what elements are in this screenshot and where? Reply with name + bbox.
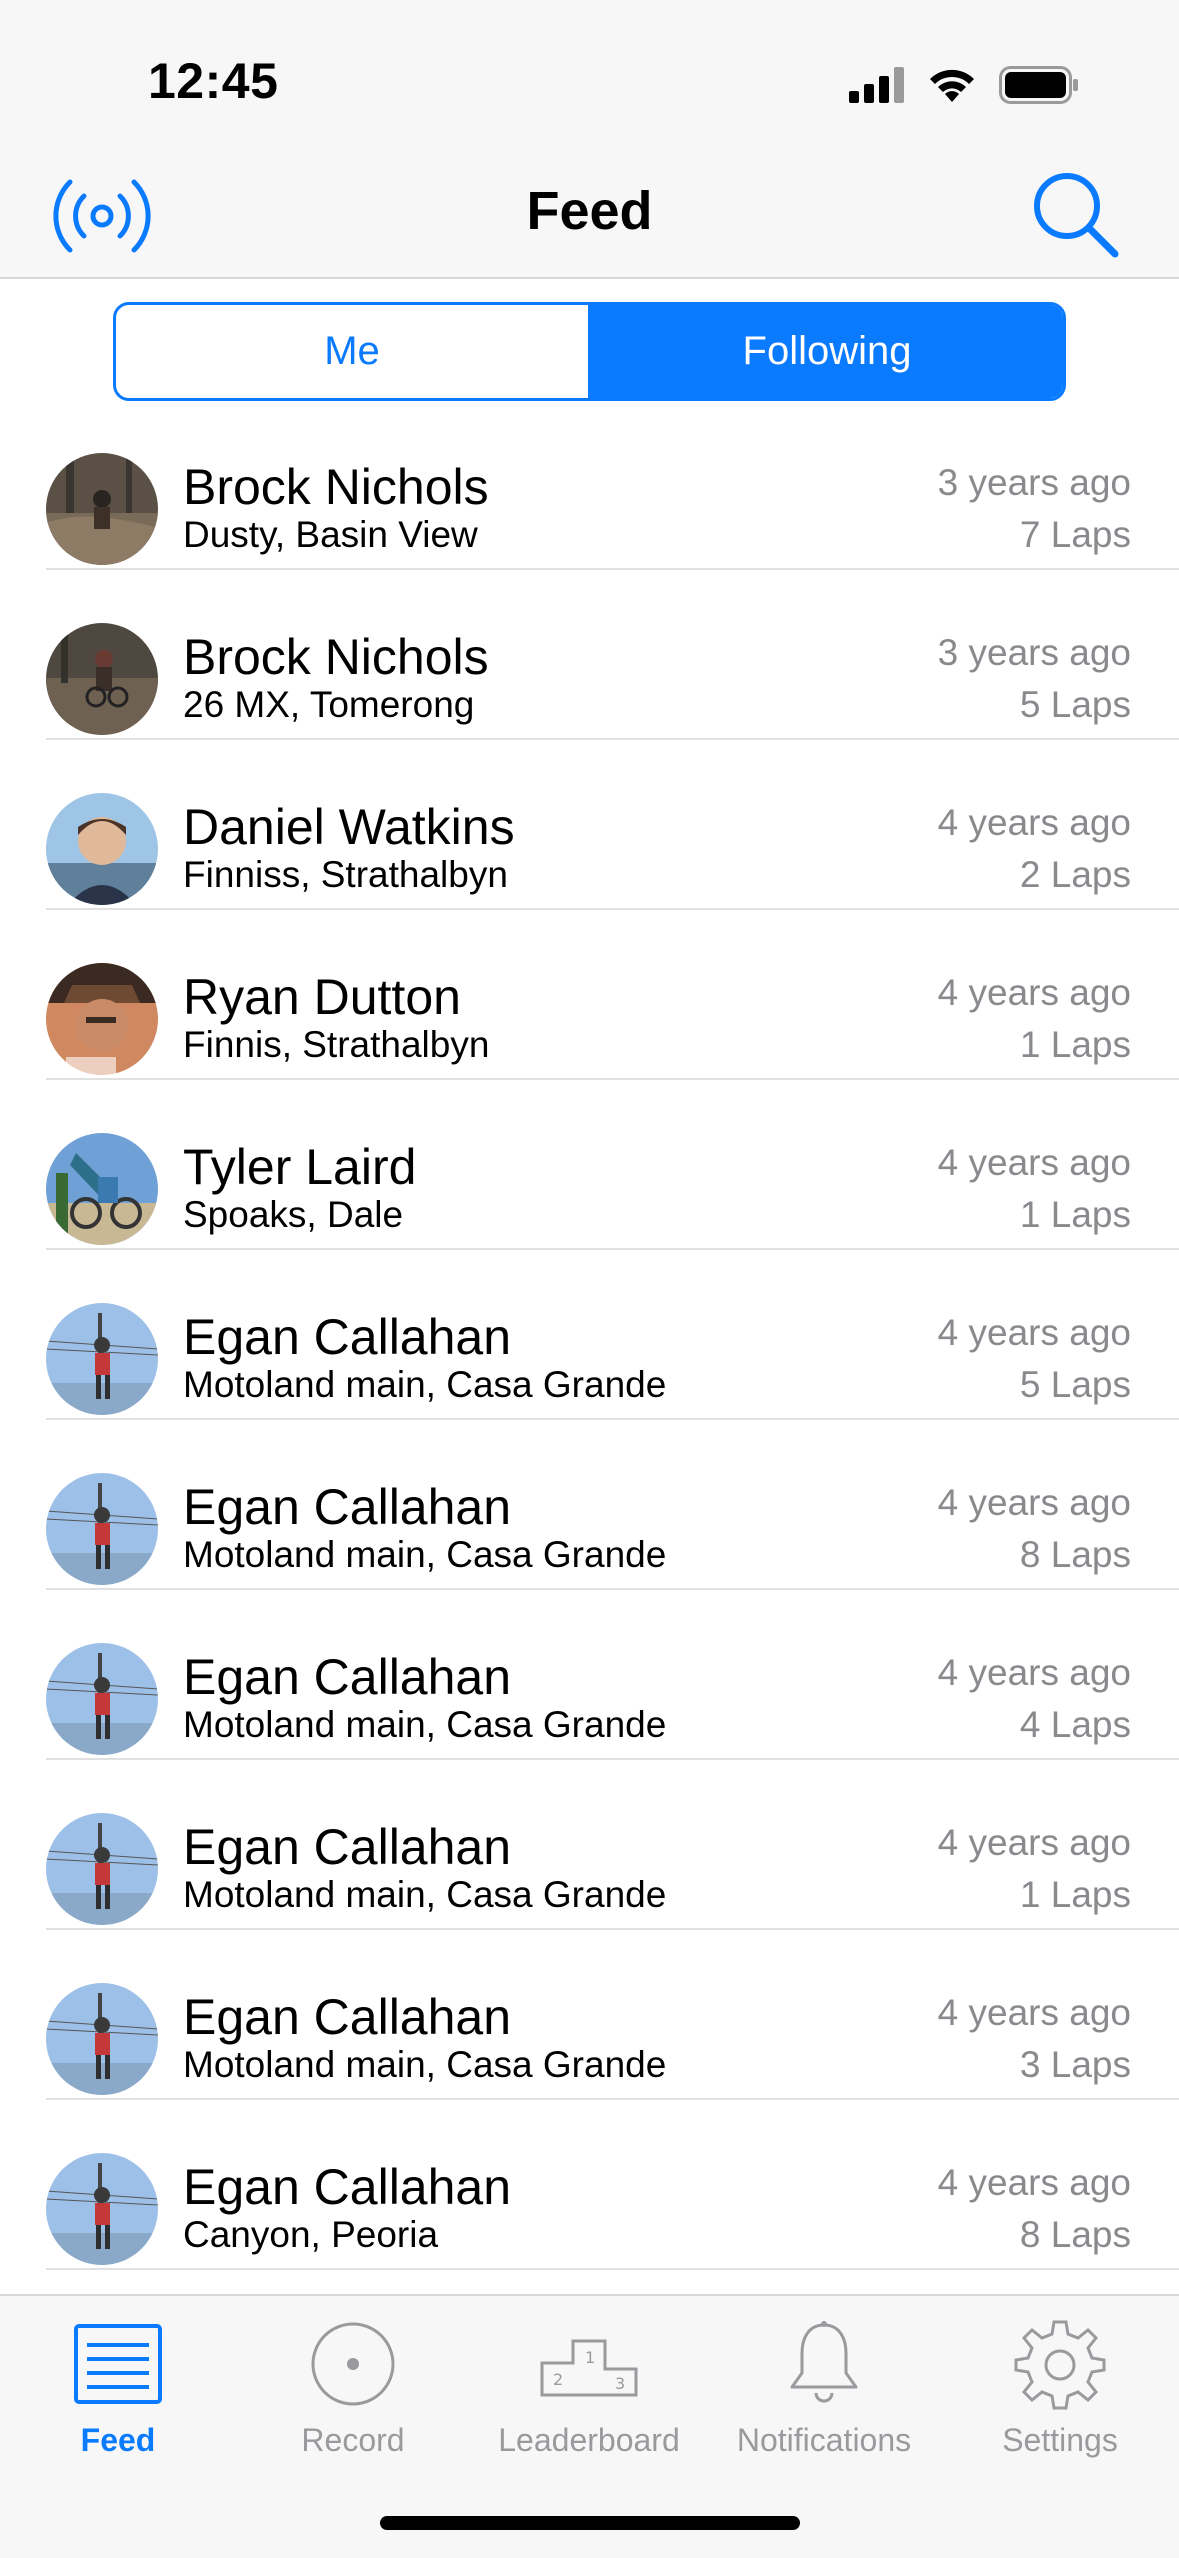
tab-notifications[interactable]: Notifications [706,2314,942,2458]
time-ago: 4 years ago [937,802,1131,843]
time-ago: 3 years ago [937,632,1131,673]
time-ago: 4 years ago [937,2162,1131,2203]
lap-count: 8 Laps [1019,2214,1131,2255]
track-location: Finnis, Strathalbyn [183,1024,490,1065]
time-ago: 4 years ago [937,1992,1131,2033]
avatar [46,1643,158,1755]
feed-row[interactable]: Egan Callahan Canyon, Peoria 4 years ago 8 … [0,2100,1179,2270]
lap-count: 5 Laps [1019,1364,1131,1405]
avatar [46,623,158,735]
track-location: Motoland main, Casa Grande [183,1704,667,1745]
lap-count: 1 Laps [1019,1194,1131,1235]
time-ago: 4 years ago [937,1652,1131,1693]
feed-row[interactable]: Brock Nichols Dusty, Basin View 3 years ag… [0,400,1179,570]
rider-name: Egan Callahan [183,1819,512,1875]
wifi-icon [927,66,977,109]
lap-count: 1 Laps [1019,1024,1131,1065]
tab-label-leaderboard: Leaderboard [498,2422,680,2458]
segment-me[interactable]: Me [116,305,591,398]
track-location: Spoaks, Dale [183,1194,404,1235]
rider-name: Egan Callahan [183,1479,512,1535]
feed-segmented-control: Me Following [113,302,1066,401]
feed-list: Brock Nichols Dusty, Basin View 3 years ag… [0,400,1179,2270]
record-icon [311,2322,395,2406]
avatar [46,793,158,905]
avatar [46,1133,158,1245]
tab-label-record: Record [301,2422,405,2458]
svg-text:1: 1 [585,2348,595,2367]
rider-name: Brock Nichols [183,629,489,685]
list-icon [74,2324,162,2404]
time-ago: 4 years ago [937,1822,1131,1863]
avatar [46,1473,158,1585]
feed-row[interactable]: Egan Callahan Motoland main, Casa Grande 4… [0,1930,1179,2100]
battery-icon [999,66,1079,109]
status-bar: 12:45 [0,0,1179,150]
lap-count: 5 Laps [1019,684,1131,725]
tab-label-settings: Settings [1002,2422,1118,2458]
tab-leaderboard[interactable]: 1 2 3 Leaderboard [471,2314,707,2458]
time-ago: 4 years ago [937,1312,1131,1353]
avatar [46,1303,158,1415]
track-location: Motoland main, Casa Grande [183,1364,667,1405]
lap-count: 7 Laps [1019,514,1131,555]
lap-count: 8 Laps [1019,1534,1131,1575]
feed-row[interactable]: Egan Callahan Motoland main, Casa Grande 4… [0,1590,1179,1760]
avatar [46,1813,158,1925]
svg-text:3: 3 [615,2374,625,2393]
time-ago: 4 years ago [937,1482,1131,1523]
lap-count: 2 Laps [1019,854,1131,895]
track-location: Dusty, Basin View [183,514,478,555]
track-location: Finniss, Strathalbyn [183,854,508,895]
home-indicator [380,2516,800,2530]
search-icon[interactable] [1019,158,1129,268]
feed-row[interactable]: Daniel Watkins Finniss, Strathalbyn 4 year… [0,740,1179,910]
rider-name: Egan Callahan [183,1649,512,1705]
status-time: 12:45 [148,53,279,109]
avatar [46,453,158,565]
lap-count: 4 Laps [1019,1704,1131,1745]
rider-name: Egan Callahan [183,2159,512,2215]
feed-row[interactable]: Egan Callahan Motoland main, Casa Grande 4… [0,1250,1179,1420]
track-location: Motoland main, Casa Grande [183,1874,667,1915]
time-ago: 4 years ago [937,1142,1131,1183]
tab-label-feed: Feed [80,2422,156,2458]
status-icons [849,66,1079,109]
tab-record[interactable]: Record [235,2314,471,2458]
feed-row[interactable]: Egan Callahan Motoland main, Casa Grande 4… [0,1420,1179,1590]
feed-row[interactable]: Ryan Dutton Finnis, Strathalbyn 4 years ag… [0,910,1179,1080]
svg-text:2: 2 [553,2370,563,2389]
lap-count: 1 Laps [1019,1874,1131,1915]
rider-name: Tyler Laird [183,1139,417,1195]
segment-following[interactable]: Following [591,305,1063,398]
feed-row[interactable]: Brock Nichols 26 MX, Tomerong 3 years ago 5… [0,570,1179,740]
tab-feed[interactable]: Feed [0,2314,236,2458]
feed-row[interactable]: Tyler Laird Spoaks, Dale 4 years ago 1 Laps [0,1080,1179,1250]
bell-icon [790,2321,858,2403]
time-ago: 4 years ago [937,972,1131,1013]
tab-label-notifications: Notifications [736,2422,912,2458]
time-ago: 3 years ago [937,462,1131,503]
signal-icon [849,67,905,108]
lap-count: 3 Laps [1019,2044,1131,2085]
rider-name: Ryan Dutton [183,969,461,1025]
gear-icon [1014,2320,1106,2410]
feed-row[interactable]: Egan Callahan Motoland main, Casa Grande 4… [0,1760,1179,1930]
tab-settings[interactable]: Settings [942,2314,1178,2458]
track-location: 26 MX, Tomerong [183,684,475,725]
rider-name: Daniel Watkins [183,799,515,855]
track-location: Motoland main, Casa Grande [183,1534,667,1575]
rider-name: Egan Callahan [183,1989,512,2045]
rider-name: Egan Callahan [183,1309,512,1365]
rider-name: Brock Nichols [183,459,489,515]
avatar [46,1983,158,2095]
track-location: Motoland main, Casa Grande [183,2044,667,2085]
avatar [46,963,158,1075]
track-location: Canyon, Peoria [183,2214,439,2255]
navigation-bar: Feed [0,150,1179,279]
page-title: Feed [526,181,653,241]
podium-icon: 1 2 3 [540,2339,638,2397]
avatar [46,2153,158,2265]
